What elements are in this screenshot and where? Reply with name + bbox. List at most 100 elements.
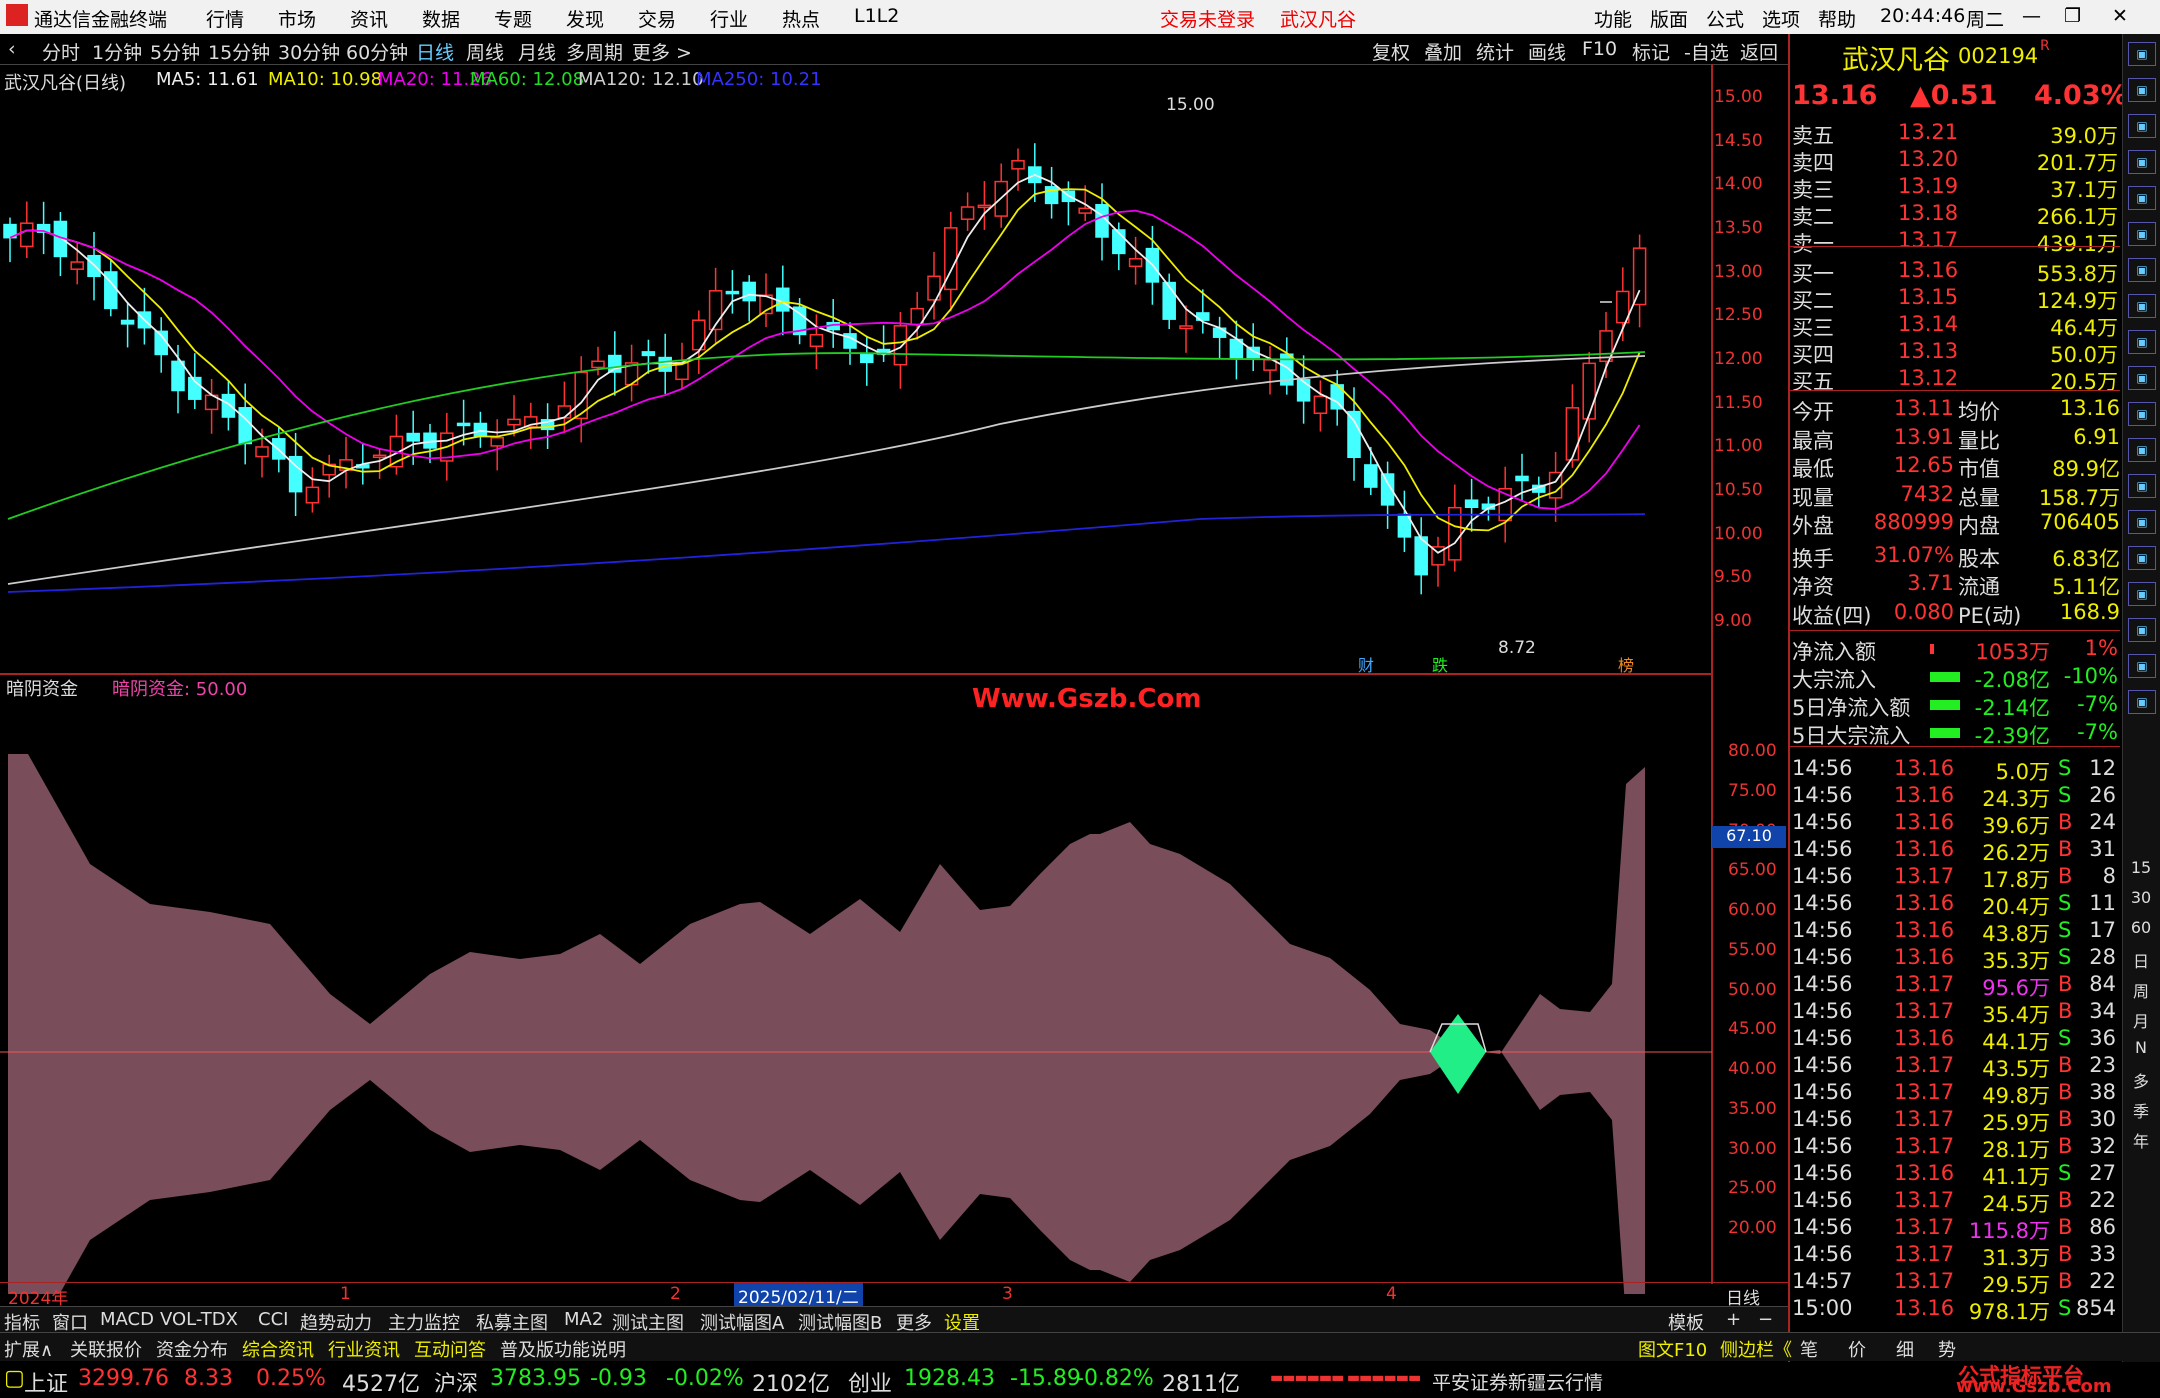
minimize-icon[interactable]: — xyxy=(2022,5,2041,27)
menu-trade[interactable]: 交易 xyxy=(638,5,676,32)
ask-price[interactable]: 13.20 xyxy=(1898,147,1958,171)
period-intraday[interactable]: 分时 xyxy=(42,38,80,65)
menu-data[interactable]: 数据 xyxy=(422,5,460,32)
side-period-button[interactable]: 季 xyxy=(2128,1098,2154,1122)
side-tool-icon[interactable]: ▣ xyxy=(2128,366,2156,390)
side-tool-icon[interactable]: ▣ xyxy=(2128,78,2156,102)
extension-tab[interactable]: 扩展∧ xyxy=(4,1336,53,1362)
indicator-tab[interactable]: CCI xyxy=(258,1309,288,1330)
btn-remove-fav[interactable]: -自选 xyxy=(1684,38,1729,65)
period-15min[interactable]: 15分钟 xyxy=(208,38,270,65)
side-period-button[interactable]: 周 xyxy=(2128,978,2154,1002)
ask-price[interactable]: 13.17 xyxy=(1898,228,1958,252)
side-period-button[interactable]: 月 xyxy=(2128,1008,2154,1032)
period-daily[interactable]: 日线 xyxy=(416,38,454,65)
period-5min[interactable]: 5分钟 xyxy=(150,38,200,65)
extension-tab-right[interactable]: 细 xyxy=(1896,1336,1914,1362)
side-tool-icon[interactable]: ▣ xyxy=(2128,690,2156,714)
extension-tab[interactable]: 关联报价 xyxy=(70,1336,142,1362)
extension-tab-right[interactable]: 图文F10 xyxy=(1638,1336,1707,1362)
side-tool-icon[interactable]: ▣ xyxy=(2128,654,2156,678)
menu-industry[interactable]: 行业 xyxy=(710,5,748,32)
ask-price[interactable]: 13.19 xyxy=(1898,174,1958,198)
menu-hot[interactable]: 热点 xyxy=(782,5,820,32)
side-tool-icon[interactable]: ▣ xyxy=(2128,438,2156,462)
side-period-button[interactable]: 15 xyxy=(2128,858,2154,877)
back-icon[interactable]: ‹ xyxy=(8,38,16,60)
period-1min[interactable]: 1分钟 xyxy=(92,38,142,65)
period-30min[interactable]: 30分钟 xyxy=(278,38,340,65)
extension-tab[interactable]: 行业资讯 xyxy=(328,1336,400,1362)
extension-tab-right[interactable]: 价 xyxy=(1848,1336,1866,1362)
side-tool-icon[interactable]: ▣ xyxy=(2128,546,2156,570)
menu-function[interactable]: 功能 xyxy=(1594,5,1632,32)
tag-drop[interactable]: 跌 xyxy=(1432,652,1448,676)
extension-tab-right[interactable]: 笔 xyxy=(1800,1336,1818,1362)
btn-mark[interactable]: 标记 xyxy=(1632,38,1670,65)
btn-return[interactable]: 返回 xyxy=(1740,38,1778,65)
bid-price[interactable]: 13.14 xyxy=(1898,312,1958,336)
period-weekly[interactable]: 周线 xyxy=(466,38,504,65)
bid-price[interactable]: 13.12 xyxy=(1898,366,1958,390)
side-period-button[interactable]: 60 xyxy=(2128,918,2154,937)
indicator-tab[interactable]: MA2 xyxy=(564,1309,603,1330)
login-status[interactable]: 交易未登录 xyxy=(1160,5,1255,32)
ask-price[interactable]: 13.18 xyxy=(1898,201,1958,225)
side-tool-icon[interactable]: ▣ xyxy=(2128,222,2156,246)
menu-news[interactable]: 资讯 xyxy=(350,5,388,32)
sh-icon[interactable]: ▢ xyxy=(4,1366,25,1391)
sh-label[interactable]: 上证 xyxy=(24,1366,68,1398)
tag-finance[interactable]: 财 xyxy=(1358,652,1374,676)
menu-l1l2[interactable]: L1L2 xyxy=(854,5,899,27)
side-tool-icon[interactable]: ▣ xyxy=(2128,582,2156,606)
kline-chart[interactable] xyxy=(0,64,1788,1294)
menu-options[interactable]: 选项 xyxy=(1762,5,1800,32)
indicator-tab[interactable]: MACD xyxy=(100,1309,154,1330)
period-multi[interactable]: 多周期 xyxy=(566,38,623,65)
extension-tab[interactable]: 综合资讯 xyxy=(242,1336,314,1362)
extension-tab-right[interactable]: 势 xyxy=(1938,1336,1956,1362)
ask-price[interactable]: 13.21 xyxy=(1898,120,1958,144)
side-period-button[interactable]: 日 xyxy=(2128,948,2154,972)
menu-help[interactable]: 帮助 xyxy=(1818,5,1856,32)
close-icon[interactable]: ✕ xyxy=(2112,5,2128,27)
menu-quote[interactable]: 行情 xyxy=(206,5,244,32)
bid-price[interactable]: 13.16 xyxy=(1898,258,1958,282)
side-period-button[interactable]: N xyxy=(2128,1038,2154,1057)
btn-stats[interactable]: 统计 xyxy=(1476,38,1514,65)
btn-overlay[interactable]: 叠加 xyxy=(1424,38,1462,65)
hs-label[interactable]: 沪深 xyxy=(434,1366,478,1398)
period-60min[interactable]: 60分钟 xyxy=(346,38,408,65)
menu-formula[interactable]: 公式 xyxy=(1706,5,1744,32)
extension-tab-right[interactable]: 侧边栏《 xyxy=(1720,1336,1792,1362)
tab-control[interactable]: + xyxy=(1726,1309,1741,1330)
side-tool-icon[interactable]: ▣ xyxy=(2128,402,2156,426)
side-tool-icon[interactable]: ▣ xyxy=(2128,42,2156,66)
side-tool-icon[interactable]: ▣ xyxy=(2128,510,2156,534)
bid-price[interactable]: 13.13 xyxy=(1898,339,1958,363)
menu-topic[interactable]: 专题 xyxy=(494,5,532,32)
bid-price[interactable]: 13.15 xyxy=(1898,285,1958,309)
indicator-tab[interactable]: VOL-TDX xyxy=(160,1309,238,1330)
tab-control[interactable]: − xyxy=(1758,1309,1773,1330)
btn-draw[interactable]: 画线 xyxy=(1528,38,1566,65)
restore-icon[interactable]: ❐ xyxy=(2064,5,2081,27)
side-tool-icon[interactable]: ▣ xyxy=(2128,474,2156,498)
indicator-name[interactable]: 暗阴资金 xyxy=(6,675,78,701)
side-tool-icon[interactable]: ▣ xyxy=(2128,186,2156,210)
extension-tab[interactable]: 互动问答 xyxy=(414,1336,486,1362)
side-period-button[interactable]: 多 xyxy=(2128,1068,2154,1092)
extension-tab[interactable]: 普及版功能说明 xyxy=(500,1336,626,1362)
period-monthly[interactable]: 月线 xyxy=(518,38,556,65)
side-tool-icon[interactable]: ▣ xyxy=(2128,258,2156,282)
side-tool-icon[interactable]: ▣ xyxy=(2128,330,2156,354)
side-tool-icon[interactable]: ▣ xyxy=(2128,294,2156,318)
menu-discover[interactable]: 发现 xyxy=(566,5,604,32)
side-tool-icon[interactable]: ▣ xyxy=(2128,150,2156,174)
btn-f10[interactable]: F10 xyxy=(1582,38,1617,60)
side-tool-icon[interactable]: ▣ xyxy=(2128,618,2156,642)
menu-layout[interactable]: 版面 xyxy=(1650,5,1688,32)
side-period-button[interactable]: 30 xyxy=(2128,888,2154,907)
cy-label[interactable]: 创业 xyxy=(848,1366,892,1398)
side-tool-icon[interactable]: ▣ xyxy=(2128,114,2156,138)
